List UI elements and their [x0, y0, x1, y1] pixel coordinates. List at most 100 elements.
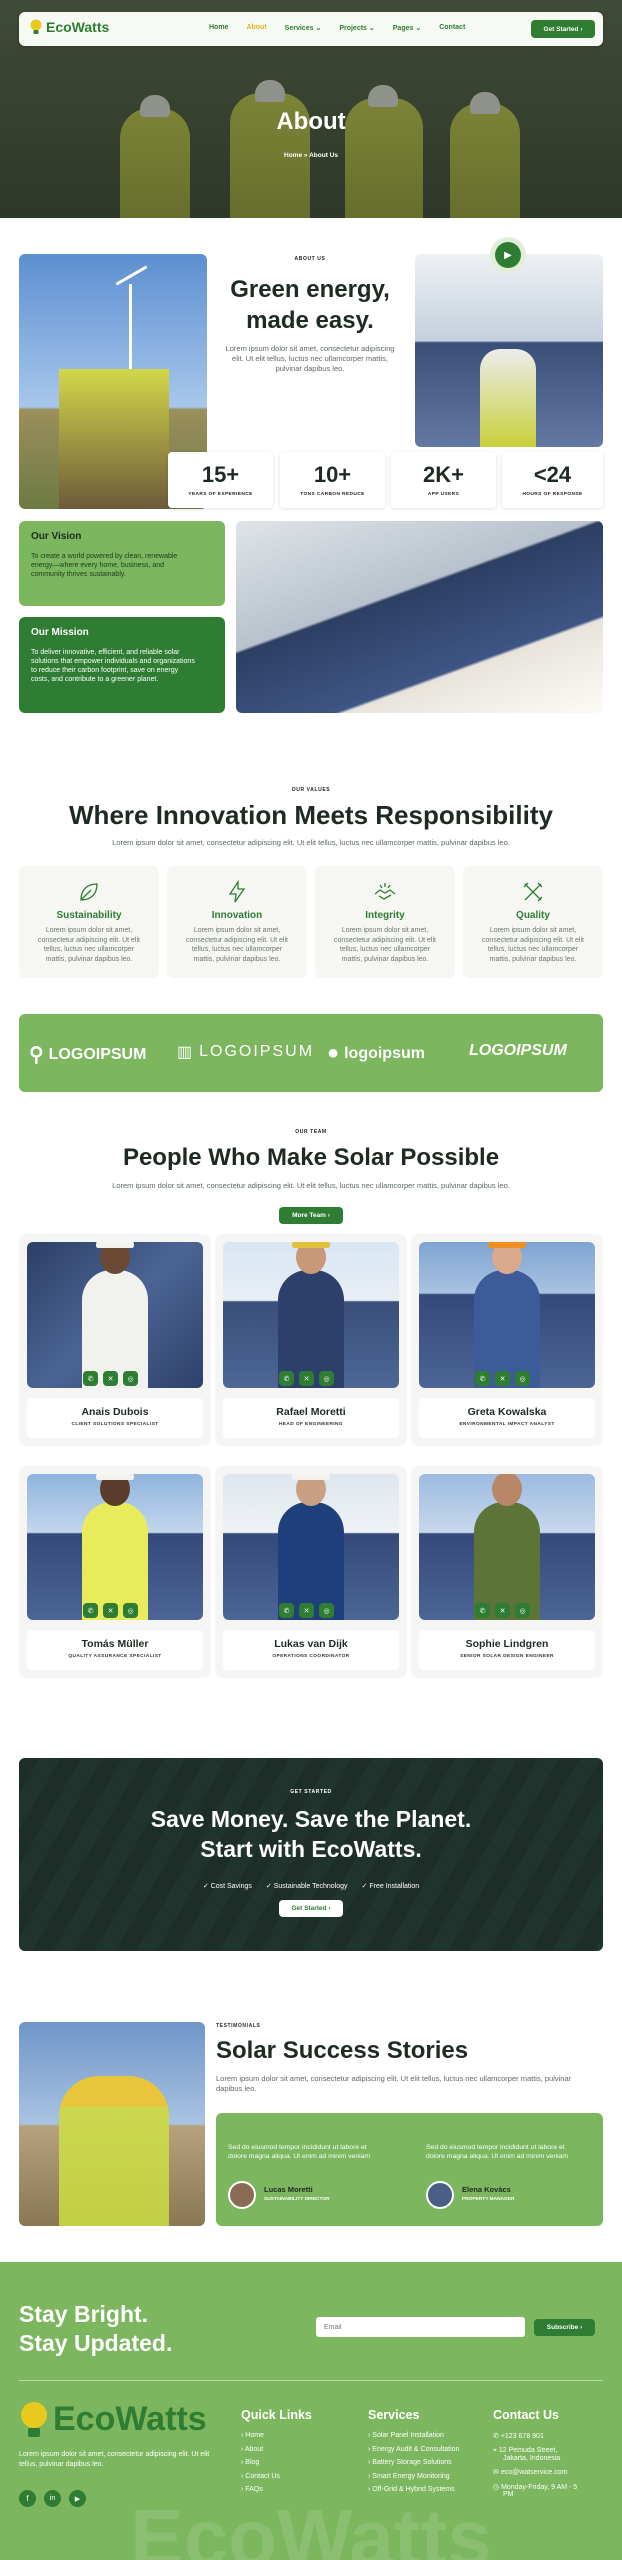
footer-logo[interactable]: EcoWatts — [19, 2400, 207, 2439]
x-icon[interactable]: ✕ — [103, 1371, 118, 1386]
whatsapp-icon[interactable]: ✆ — [83, 1603, 98, 1618]
newsletter-email-input[interactable] — [316, 2317, 525, 2337]
get-started-button[interactable]: Get Started › — [531, 20, 595, 38]
mission-card: Our Mission To deliver innovative, effic… — [19, 617, 225, 713]
team-member-card: ✆ ✕ ◎ Anais Dubois CLIENT SOLUTIONS SPECIAL… — [19, 1234, 211, 1446]
instagram-icon[interactable]: ◎ — [123, 1603, 138, 1618]
lightbulb-icon — [21, 2401, 47, 2437]
member-photo — [27, 1242, 203, 1388]
stat-card: <24 HOURS OF RESPONSE — [502, 452, 603, 508]
footer-link[interactable]: › FAQs — [241, 2486, 312, 2493]
nav-item-about[interactable]: About — [246, 24, 266, 32]
footer-link[interactable]: › Battery Storage Solutions — [368, 2459, 459, 2466]
chevron-down-icon: ⌄ — [415, 25, 422, 32]
testimonials-title: Solar Success Stories — [216, 2037, 469, 2064]
arrow-right-icon: › — [580, 2324, 583, 2331]
whatsapp-icon[interactable]: ✆ — [475, 1371, 490, 1386]
play-video-button[interactable]: ▶ — [490, 237, 526, 273]
nav-item-services[interactable]: Services ⌄ — [285, 24, 322, 32]
partner-logo: ▥ LOGOIPSUM — [177, 1043, 315, 1061]
footer-social-links: f in ▶ — [19, 2490, 86, 2507]
member-social-links: ✆ ✕ ◎ — [475, 1371, 530, 1386]
facebook-icon[interactable]: f — [19, 2490, 36, 2507]
whatsapp-icon[interactable]: ✆ — [279, 1371, 294, 1386]
logo[interactable]: EcoWatts — [29, 19, 109, 35]
instagram-icon[interactable]: ◎ — [515, 1603, 530, 1618]
footer-services: Services › Solar Panel Installation › En… — [368, 2408, 460, 2493]
avatar — [228, 2181, 256, 2209]
x-icon[interactable]: ✕ — [103, 1603, 118, 1618]
partner-logo: ⚲ LOGOIPSUM — [29, 1044, 147, 1066]
whatsapp-icon[interactable]: ✆ — [475, 1603, 490, 1618]
nav-item-pages[interactable]: Pages ⌄ — [393, 24, 421, 32]
testimonials-subtitle: Lorem ipsum dolor sit amet, consectetur … — [216, 2074, 572, 2093]
tools-icon — [523, 882, 543, 902]
subscribe-button[interactable]: Subscribe › — [534, 2319, 595, 2336]
cta-get-started-button[interactable]: Get Started › — [279, 1900, 343, 1917]
x-icon[interactable]: ✕ — [299, 1371, 314, 1386]
nav-item-projects[interactable]: Projects ⌄ — [339, 24, 374, 32]
footer-about: Lorem ipsum dolor sit amet, consectetur … — [19, 2451, 210, 2468]
footer-link[interactable]: › Energy Audit & Consultation — [368, 2446, 459, 2453]
instagram-icon[interactable]: ◎ — [515, 1371, 530, 1386]
logo-text: EcoWatts — [46, 19, 110, 35]
avatar — [426, 2181, 454, 2209]
instagram-icon[interactable]: ◎ — [319, 1371, 334, 1386]
intro-label: ABOUT US — [294, 256, 326, 262]
footer-link[interactable]: › Contact Us — [241, 2473, 312, 2480]
bolt-icon — [228, 880, 246, 903]
member-photo — [27, 1474, 203, 1620]
partner-logo: LOGOIPSUM — [469, 1042, 567, 1059]
member-social-links: ✆ ✕ ◎ — [279, 1603, 334, 1618]
play-icon: ▶ — [495, 242, 521, 268]
member-photo — [223, 1474, 399, 1620]
values-label: OUR VALUES — [291, 787, 331, 793]
footer-link[interactable]: › Blog — [241, 2459, 312, 2466]
value-card: Quality Lorem ipsum dolor sit amet, conse… — [463, 866, 603, 978]
nav-menu: Home About Services ⌄ Projects ⌄ Pages ⌄… — [209, 24, 465, 32]
testimonial-quote: Sed do eiusmod tempor incididunt ut labo… — [426, 2144, 569, 2160]
member-social-links: ✆ ✕ ◎ — [83, 1603, 138, 1618]
instagram-icon[interactable]: ◎ — [319, 1603, 334, 1618]
cta-label: GET STARTED — [290, 1789, 332, 1795]
footer-link[interactable]: › Off-Grid & Hybrid Systems — [368, 2486, 459, 2493]
testimonial-name: Elena Kovács — [462, 2185, 511, 2194]
stat-card: 2K+ APP USERS — [391, 452, 496, 508]
team-member-card: ✆ ✕ ◎ Tomás Müller QUALITY ASSURANCE SPECIA… — [19, 1466, 211, 1678]
testimonial-role: PROPERTY MANAGER — [462, 2197, 515, 2202]
logo-mark-icon: ● — [327, 1042, 340, 1064]
more-team-button[interactable]: More Team › — [279, 1207, 343, 1224]
nav-item-home[interactable]: Home — [209, 24, 228, 32]
whatsapp-icon[interactable]: ✆ — [279, 1603, 294, 1618]
linkedin-icon[interactable]: in — [44, 2490, 61, 2507]
footer-link[interactable]: › About — [241, 2446, 312, 2453]
instagram-icon[interactable]: ◎ — [123, 1371, 138, 1386]
footer-link[interactable]: › Smart Energy Monitoring — [368, 2473, 459, 2480]
member-photo — [223, 1242, 399, 1388]
navbar: EcoWatts Home About Services ⌄ Projects … — [19, 12, 603, 46]
engineers-blueprint-photo — [236, 521, 603, 713]
x-icon[interactable]: ✕ — [495, 1371, 510, 1386]
x-icon[interactable]: ✕ — [495, 1603, 510, 1618]
youtube-icon[interactable]: ▶ — [69, 2490, 86, 2507]
footer-link[interactable]: › Home — [241, 2432, 312, 2439]
value-card: Sustainability Lorem ipsum dolor sit ame… — [19, 866, 159, 978]
breadcrumb-home[interactable]: Home — [284, 152, 302, 159]
testimonial-photo — [19, 2022, 205, 2226]
intro-title: Green energy, made easy. — [230, 276, 390, 334]
values-subtitle: Lorem ipsum dolor sit amet, consectetur … — [112, 838, 510, 847]
team-title: People Who Make Solar Possible — [122, 1144, 500, 1171]
whatsapp-icon[interactable]: ✆ — [83, 1371, 98, 1386]
x-icon[interactable]: ✕ — [299, 1603, 314, 1618]
footer-quick-links: Quick Links › Home › About › Blog › Cont… — [241, 2408, 312, 2493]
vision-card: Our Vision To create a world powered by … — [19, 521, 225, 606]
solar-farm-photo — [415, 254, 603, 447]
arrow-right-icon: › — [328, 1905, 331, 1912]
footer-link[interactable]: › Solar Panel Installation — [368, 2432, 459, 2439]
nav-item-contact[interactable]: Contact — [439, 24, 465, 32]
logo-mark-icon: ▥ — [177, 1044, 195, 1061]
testimonial-name: Lucas Moretti — [264, 2185, 313, 2194]
testimonial-role: SUSTAINABILITY DIRECTOR — [264, 2197, 330, 2202]
member-social-links: ✆ ✕ ◎ — [475, 1603, 530, 1618]
location-icon: ⌖ — [493, 2446, 497, 2454]
